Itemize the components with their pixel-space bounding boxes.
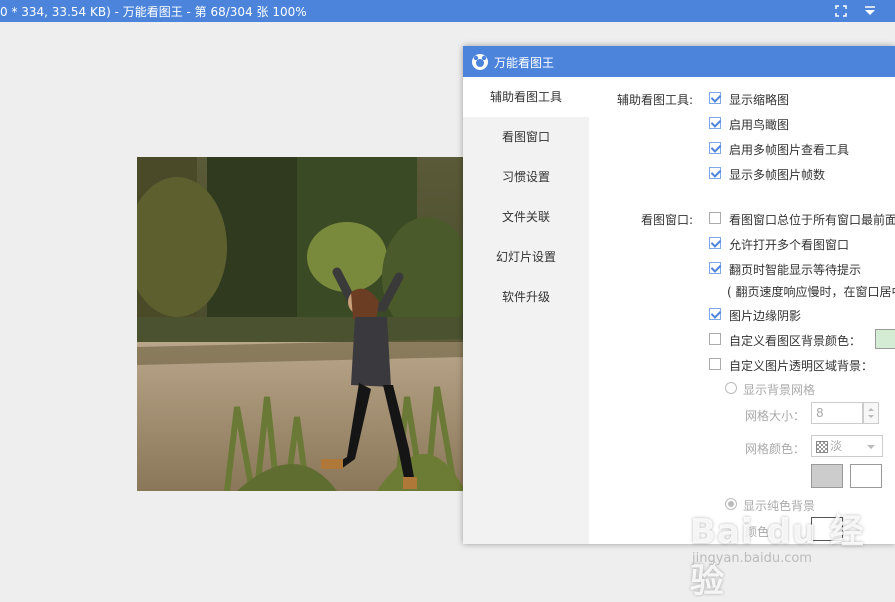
wait-hint-note: ( 翻页速度响应慢时，在窗口居中: [727, 285, 895, 299]
settings-nav: 辅助看图工具 看图窗口 习惯设置 文件关联 幻灯片设置 软件升级: [463, 77, 589, 544]
option-label: 显示缩略图: [729, 93, 790, 107]
fullscreen-icon[interactable]: [832, 2, 850, 20]
settings-content: 辅助看图工具: 显示缩略图 启用鸟瞰图 启用多帧图片查看工具 显示多帧图片帧数 …: [589, 77, 895, 544]
option-label: 自定义图片透明区域背景：: [729, 359, 874, 373]
nav-item-slideshow[interactable]: 幻灯片设置: [463, 237, 589, 277]
viewer-title: 0 * 334, 33.54 KB) - 万能看图王 - 第 68/304 张 …: [0, 5, 307, 19]
nav-item-window[interactable]: 看图窗口: [463, 117, 589, 157]
option-label: 允许打开多个看图窗口: [729, 238, 850, 252]
checkbox[interactable]: [709, 167, 721, 179]
option-label: 图片边缘阴影: [729, 309, 802, 323]
checkbox[interactable]: [709, 262, 721, 274]
checkbox[interactable]: [709, 212, 721, 224]
nav-item-file-assoc[interactable]: 文件关联: [463, 197, 589, 237]
checker-pattern-icon: [816, 441, 828, 453]
option-label: 显示多帧图片帧数: [729, 168, 826, 182]
checkbox[interactable]: [709, 308, 721, 320]
grid-color-label: 网格颜色：: [745, 442, 806, 456]
viewer-titlebar: 0 * 334, 33.54 KB) - 万能看图王 - 第 68/304 张 …: [0, 0, 895, 22]
checkbox[interactable]: [709, 142, 721, 154]
grid-size-label: 网格大小：: [745, 409, 806, 423]
baidu-jingyan-watermark: Bai du 经验 jingyan.baidu.com: [690, 504, 890, 601]
grid-swatch-white[interactable]: [850, 464, 882, 488]
option-label: 启用鸟瞰图: [729, 118, 790, 132]
dialog-title: 万能看图王: [494, 56, 555, 70]
nav-item-habits[interactable]: 习惯设置: [463, 157, 589, 197]
grid-swatch-gray[interactable]: [811, 464, 843, 488]
chevron-down-icon[interactable]: [865, 441, 877, 455]
watermark-url: jingyan.baidu.com: [692, 551, 812, 566]
grid-size-stepper[interactable]: [863, 402, 879, 424]
checkbox[interactable]: [709, 333, 721, 345]
checkbox[interactable]: [709, 117, 721, 129]
option-label: 启用多帧图片查看工具: [729, 143, 850, 157]
checkbox[interactable]: [709, 237, 721, 249]
settings-dialog: 万能看图王 辅助看图工具 看图窗口 习惯设置 文件关联 幻灯片设置 软件升级 辅…: [463, 46, 895, 544]
option-label: 翻页时智能显示等待提示: [729, 263, 862, 277]
viewed-photo: [137, 157, 465, 491]
checkbox[interactable]: [709, 92, 721, 104]
bg-color-swatch[interactable]: [875, 329, 895, 349]
grid-size-input[interactable]: 8: [811, 402, 863, 424]
option-label: 看图窗口总位于所有窗口最前面: [729, 213, 895, 227]
radio-show-grid[interactable]: [725, 382, 737, 394]
menu-dropdown-icon[interactable]: [861, 2, 879, 20]
nav-item-tools[interactable]: 辅助看图工具: [463, 77, 589, 117]
tools-section-label: 辅助看图工具:: [616, 93, 693, 107]
app-logo-icon: [471, 53, 489, 71]
checkbox[interactable]: [709, 358, 721, 370]
dialog-titlebar: 万能看图王: [463, 46, 895, 77]
window-section-label: 看图窗口:: [640, 213, 693, 227]
radio-show-grid-label: 显示背景网格: [743, 383, 816, 397]
option-label: 自定义看图区背景颜色：: [729, 334, 862, 348]
nav-item-upgrade[interactable]: 软件升级: [463, 277, 589, 317]
